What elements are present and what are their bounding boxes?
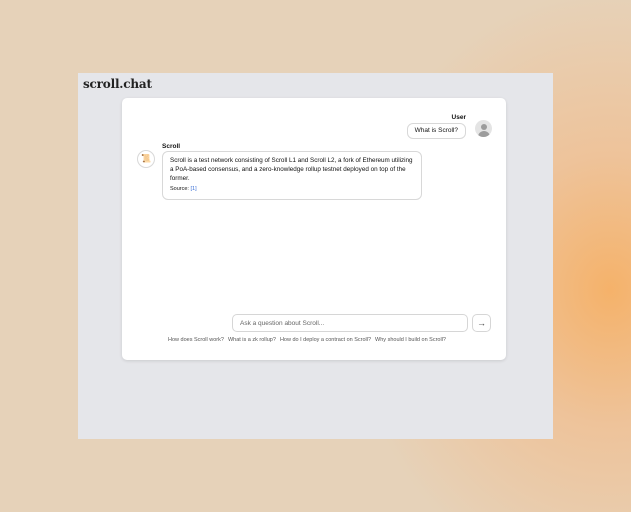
user-avatar-body <box>477 130 490 137</box>
question-input[interactable] <box>232 314 468 332</box>
arrow-right-icon: → <box>477 318 486 328</box>
suggestion-item[interactable]: How does Scroll work? <box>168 337 224 343</box>
user-avatar-head <box>480 123 487 130</box>
source-line: Source: [1] <box>170 185 414 194</box>
user-name: User <box>451 114 466 121</box>
user-avatar-icon <box>475 120 492 137</box>
suggestion-list: How does Scroll work? What is a zk rollup… <box>168 337 450 343</box>
app-window: scroll.chat User What is Scroll? 📜 Scrol… <box>78 73 553 439</box>
bot-message-text: Scroll is a test network consisting of S… <box>170 157 413 182</box>
app-logo[interactable]: scroll.chat <box>83 77 152 91</box>
source-label: Source: <box>170 186 189 192</box>
scroll-icon: 📜 <box>137 150 155 168</box>
suggestion-item[interactable]: Why should I build on Scroll? <box>375 337 446 343</box>
user-message: What is Scroll? <box>406 123 466 139</box>
suggestion-item[interactable]: How do I deploy a contract on Scroll? <box>280 337 371 343</box>
bot-message: Scroll is a test network consisting of S… <box>162 151 422 200</box>
chat-card: User What is Scroll? 📜 Scroll Scroll is … <box>122 98 506 360</box>
suggestion-item[interactable]: What is a zk rollup? <box>228 337 276 343</box>
send-button[interactable]: → <box>472 314 491 332</box>
source-link[interactable]: [1] <box>191 186 197 192</box>
bot-name: Scroll <box>162 143 181 150</box>
